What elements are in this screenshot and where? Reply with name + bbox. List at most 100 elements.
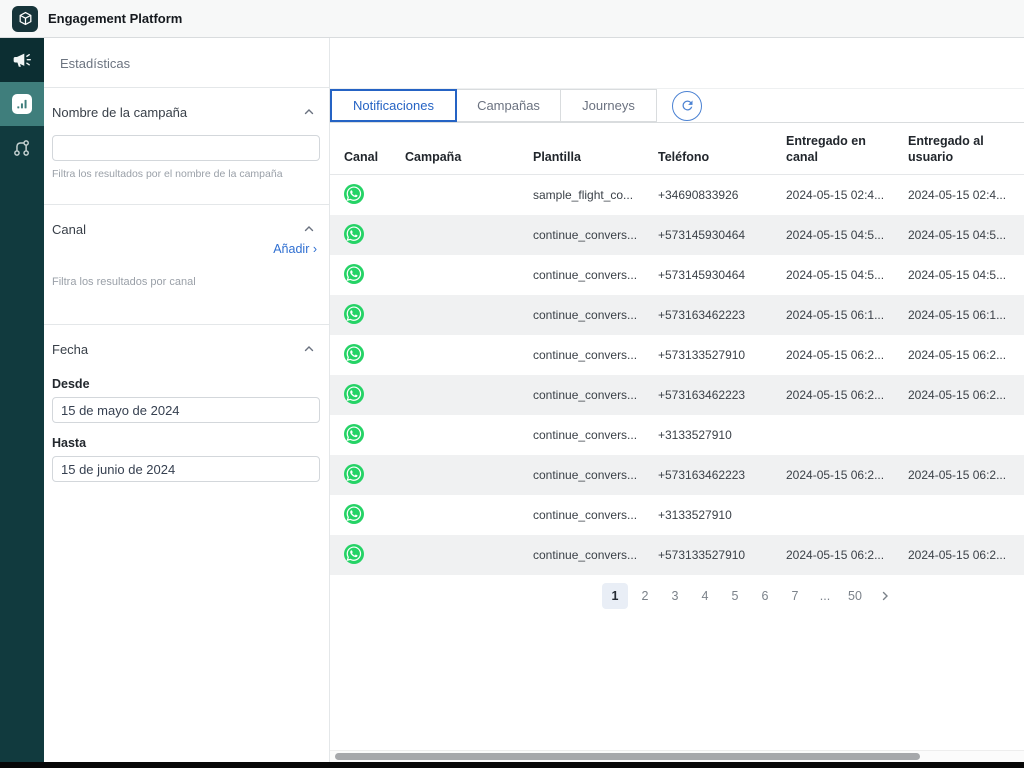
channel-cell [344, 504, 405, 527]
chevron-up-icon [303, 343, 315, 355]
tab-campanas[interactable]: Campañas [456, 89, 561, 122]
channel-cell [344, 384, 405, 407]
tab-notificaciones[interactable]: Notificaciones [330, 89, 457, 122]
refresh-icon [680, 98, 695, 113]
whatsapp-icon [344, 224, 364, 244]
delivered-user-cell: 2024-05-15 06:2... [908, 468, 1024, 482]
nav-item-journeys[interactable] [0, 126, 44, 170]
table-row: continue_convers... +3133527910 [330, 495, 1024, 535]
campaign-name-filter-label: Nombre de la campaña [52, 105, 187, 120]
channel-cell [344, 224, 405, 247]
delivered-channel-cell: 2024-05-15 06:2... [786, 348, 908, 362]
phone-cell: +573133527910 [658, 548, 786, 562]
chevron-up-icon [303, 223, 315, 235]
column-header-plantilla: Plantilla [533, 149, 658, 174]
template-cell: sample_flight_co... [533, 188, 658, 202]
page-button-4[interactable]: 4 [692, 583, 718, 609]
delivered-channel-cell: 2024-05-15 06:2... [786, 548, 908, 562]
template-cell: continue_convers... [533, 508, 658, 522]
page-button-5[interactable]: 5 [722, 583, 748, 609]
filters-panel: Estadísticas Nombre de la campaña Filtra… [44, 38, 330, 762]
page-title: Estadísticas [44, 38, 329, 88]
whatsapp-icon [344, 384, 364, 404]
delivered-channel-cell: 2024-05-15 04:5... [786, 228, 908, 242]
date-to-input[interactable] [52, 456, 320, 482]
template-cell: continue_convers... [533, 348, 658, 362]
phone-cell: +573145930464 [658, 268, 786, 282]
cube-icon [18, 11, 33, 26]
campaign-name-filter-section: Nombre de la campaña Filtra los resultad… [44, 88, 329, 205]
page-button-7[interactable]: 7 [782, 583, 808, 609]
page-button-3[interactable]: 3 [662, 583, 688, 609]
table-row: continue_convers... +573163462223 2024-0… [330, 455, 1024, 495]
phone-cell: +573145930464 [658, 228, 786, 242]
whatsapp-icon [344, 544, 364, 564]
tab-journeys[interactable]: Journeys [560, 89, 657, 122]
phone-cell: +573163462223 [658, 468, 786, 482]
delivered-user-cell: 2024-05-15 06:2... [908, 348, 1024, 362]
nav-item-statistics[interactable] [0, 82, 44, 126]
column-header-campana: Campaña [405, 149, 533, 174]
channel-filter-section: Canal Añadir › Filtra los resultados por… [44, 205, 329, 325]
page-button-2[interactable]: 2 [632, 583, 658, 609]
channel-cell [344, 304, 405, 327]
whatsapp-icon [344, 184, 364, 204]
app-logo [12, 6, 38, 32]
template-cell: continue_convers... [533, 468, 658, 482]
delivered-channel-cell: 2024-05-15 02:4... [786, 188, 908, 202]
date-to-label: Hasta [52, 436, 319, 450]
table-row: continue_convers... +573145930464 2024-0… [330, 215, 1024, 255]
page-button-1[interactable]: 1 [602, 583, 628, 609]
phone-cell: +573163462223 [658, 388, 786, 402]
delivered-user-cell: 2024-05-15 06:2... [908, 548, 1024, 562]
phone-cell: +3133527910 [658, 428, 786, 442]
whatsapp-icon [344, 344, 364, 364]
column-header-entregado-canal: Entregado en canal [786, 133, 908, 175]
channel-cell [344, 184, 405, 207]
phone-cell: +34690833926 [658, 188, 786, 202]
template-cell: continue_convers... [533, 228, 658, 242]
template-cell: continue_convers... [533, 428, 658, 442]
whatsapp-icon [344, 424, 364, 444]
column-header-canal: Canal [344, 149, 405, 174]
collapse-channel-button[interactable] [301, 221, 317, 237]
collapse-campaign-name-button[interactable] [301, 104, 317, 120]
delivered-user-cell: 2024-05-15 04:5... [908, 228, 1024, 242]
nav-rail [0, 38, 44, 762]
column-header-entregado-usuario: Entregado al usuario [908, 133, 1024, 175]
template-cell: continue_convers... [533, 548, 658, 562]
table-row: continue_convers... +573145930464 2024-0… [330, 255, 1024, 295]
phone-cell: +573133527910 [658, 348, 786, 362]
phone-cell: +573163462223 [658, 308, 786, 322]
delivered-user-cell: 2024-05-15 04:5... [908, 268, 1024, 282]
delivered-channel-cell: 2024-05-15 04:5... [786, 268, 908, 282]
campaign-name-input[interactable] [52, 135, 320, 161]
table-row: continue_convers... +3133527910 [330, 415, 1024, 455]
refresh-button[interactable] [672, 91, 702, 121]
date-from-input[interactable] [52, 397, 320, 423]
channel-cell [344, 344, 405, 367]
table-row: sample_flight_co... +34690833926 2024-05… [330, 175, 1024, 215]
top-bar: Engagement Platform [0, 0, 1024, 38]
phone-cell: +3133527910 [658, 508, 786, 522]
collapse-date-button[interactable] [301, 341, 317, 357]
page-button-50[interactable]: 50 [842, 583, 868, 609]
nav-item-campaigns[interactable] [0, 38, 44, 82]
main-content: Notificaciones Campañas Journeys Canal C… [330, 38, 1024, 762]
pagination-ellipsis: ... [812, 583, 838, 609]
table-row: continue_convers... +573163462223 2024-0… [330, 375, 1024, 415]
channel-cell [344, 264, 405, 287]
delivered-channel-cell: 2024-05-15 06:1... [786, 308, 908, 322]
date-filter-section: Fecha Desde Hasta [44, 325, 329, 506]
whatsapp-icon [344, 464, 364, 484]
delivered-user-cell: 2024-05-15 02:4... [908, 188, 1024, 202]
journey-icon [11, 137, 33, 159]
channel-cell [344, 544, 405, 567]
next-page-button[interactable] [872, 583, 898, 609]
campaign-name-helper-text: Filtra los resultados por el nombre de l… [52, 168, 319, 180]
page-button-6[interactable]: 6 [752, 583, 778, 609]
scrollbar-thumb[interactable] [335, 753, 920, 760]
template-cell: continue_convers... [533, 268, 658, 282]
add-channel-link[interactable]: Añadir › [273, 242, 317, 256]
date-from-label: Desde [52, 377, 319, 391]
